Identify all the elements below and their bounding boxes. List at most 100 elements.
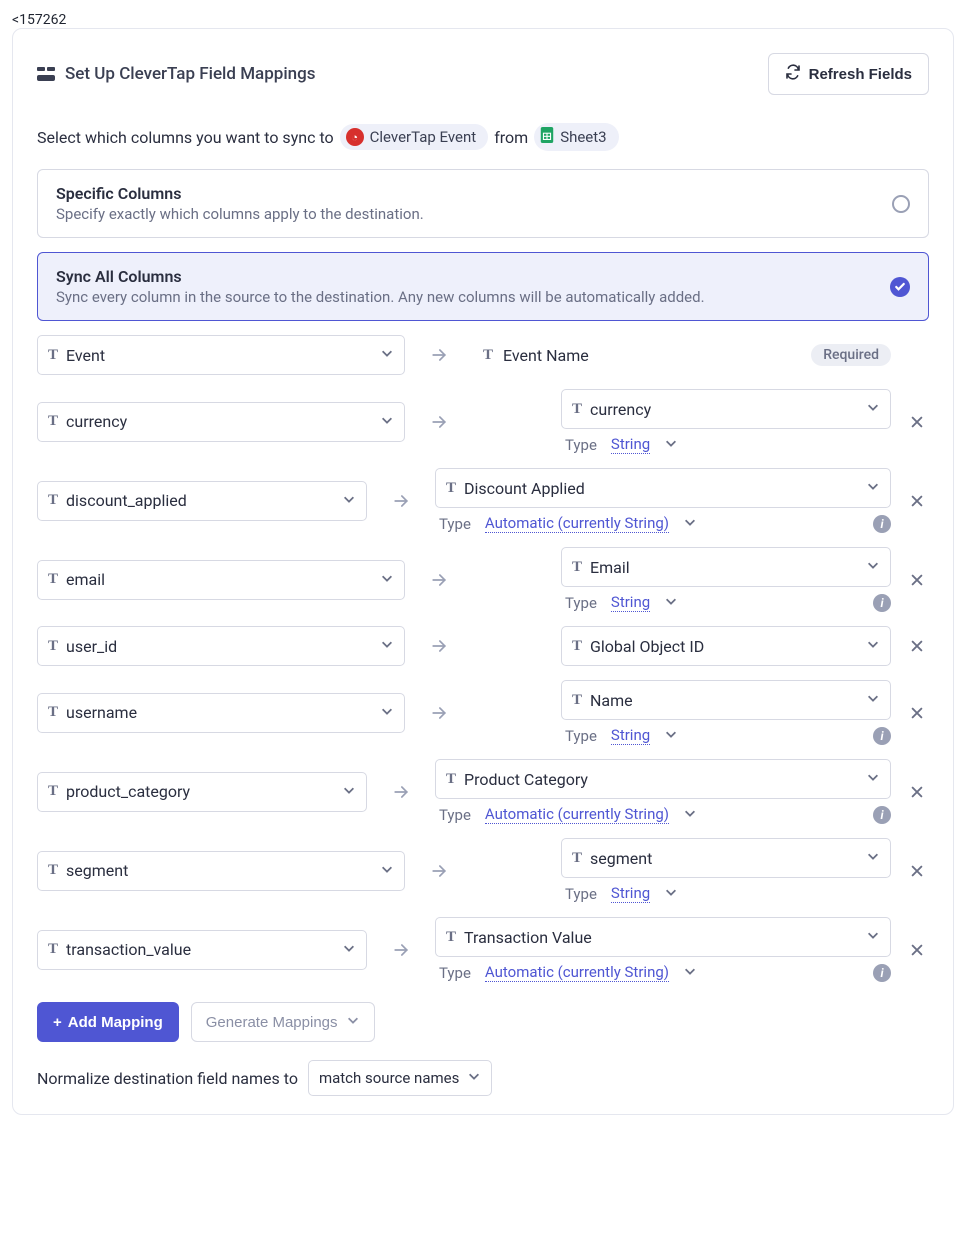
remove-mapping-button[interactable] <box>905 639 929 653</box>
type-row: Type String <box>561 435 891 454</box>
type-label: Type <box>565 727 597 745</box>
option-specific-columns[interactable]: Specific Columns Specify exactly which c… <box>37 169 929 238</box>
option-text: Sync All Columns Sync every column in th… <box>56 267 705 306</box>
destination-column: TProduct CategoryTypeAutomatic (currentl… <box>435 759 891 824</box>
type-label: Type <box>565 436 597 454</box>
arrow-right-icon <box>419 703 459 723</box>
arrow-right-icon <box>419 570 459 590</box>
option-text: Specific Columns Specify exactly which c… <box>56 184 424 223</box>
info-icon[interactable]: i <box>873 806 891 824</box>
normalize-select[interactable]: match source names <box>308 1060 492 1096</box>
mapping-row: Temail TEmail Type String i <box>37 547 929 612</box>
type-select[interactable]: Automatic (currently String) <box>485 514 669 533</box>
type-select[interactable]: String <box>611 884 650 903</box>
refresh-fields-button[interactable]: Refresh Fields <box>768 53 929 95</box>
type-row: TypeString <box>561 884 891 903</box>
text-type-icon: T <box>572 692 582 709</box>
source-field-select[interactable]: Tusername <box>37 693 405 733</box>
remove-mapping-button[interactable] <box>905 785 929 799</box>
chevron-down-icon <box>380 637 394 655</box>
source-field-select[interactable]: Tdiscount_applied <box>37 481 367 521</box>
source-field-label: segment <box>66 861 372 880</box>
source-field-select[interactable]: Temail <box>37 560 405 600</box>
source-field-label: user_id <box>66 637 372 656</box>
destination-field-select[interactable]: TProduct Category <box>435 759 891 799</box>
mapping-row: Tdiscount_appliedTDiscount AppliedTypeAu… <box>37 468 929 533</box>
chevron-down-icon <box>380 571 394 589</box>
chevron-down-icon <box>342 492 356 510</box>
sheets-icon <box>540 127 554 147</box>
refresh-icon <box>785 64 801 84</box>
chevron-down-icon <box>380 862 394 880</box>
destination-field-select[interactable]: TTransaction Value <box>435 917 891 957</box>
arrow-right-icon <box>419 345 459 365</box>
info-icon[interactable]: i <box>873 594 891 612</box>
option-sync-all-columns[interactable]: Sync All Columns Sync every column in th… <box>37 252 929 321</box>
type-select[interactable]: String <box>611 593 650 612</box>
destination-field-select[interactable]: TDiscount Applied <box>435 468 891 508</box>
type-label: Type <box>565 594 597 612</box>
destination-field-select[interactable]: TEmail <box>561 547 891 587</box>
chevron-down-icon <box>467 1069 481 1087</box>
add-mapping-button[interactable]: + Add Mapping <box>37 1002 179 1042</box>
text-type-icon: T <box>572 850 582 867</box>
source-column: Tusername <box>37 693 405 733</box>
source-field-select[interactable]: Tsegment <box>37 851 405 891</box>
type-select[interactable]: Automatic (currently String) <box>485 963 669 982</box>
remove-mapping-button[interactable] <box>905 415 929 429</box>
destination-field-select[interactable]: TGlobal Object ID <box>561 626 891 666</box>
chevron-down-icon <box>866 770 880 788</box>
chevron-down-icon <box>664 436 678 454</box>
source-column: Tsegment <box>37 851 405 891</box>
generate-mappings-button[interactable]: Generate Mappings <box>191 1002 375 1042</box>
radio-unchecked-icon <box>892 195 910 213</box>
source-field-select[interactable]: Tcurrency <box>37 402 405 442</box>
refresh-label: Refresh Fields <box>809 66 912 83</box>
destination-field-select[interactable]: TName <box>561 680 891 720</box>
destination-field-select[interactable]: Tsegment <box>561 838 891 878</box>
type-label: Type <box>439 964 471 982</box>
option-syncall-sub: Sync every column in the source to the d… <box>56 288 705 306</box>
plus-icon: + <box>53 1014 62 1031</box>
chevron-down-icon <box>342 783 356 801</box>
option-specific-title: Specific Columns <box>56 184 424 203</box>
field-mappings-panel: Set Up CleverTap Field Mappings Refresh … <box>12 28 954 1115</box>
info-icon[interactable]: i <box>873 515 891 533</box>
mapping-row: Ttransaction_value TTransaction Value Type… <box>37 917 929 982</box>
remove-mapping-button[interactable] <box>905 573 929 587</box>
type-row: Type Automatic (currently String) i <box>435 963 891 982</box>
type-row: Type String i <box>561 726 891 745</box>
chevron-down-icon <box>866 479 880 497</box>
text-type-icon: T <box>483 347 493 364</box>
panel-title: Set Up CleverTap Field Mappings <box>65 64 316 84</box>
destination-field-select[interactable]: Tcurrency <box>561 389 891 429</box>
arrow-right-icon <box>381 782 421 802</box>
normalize-value: match source names <box>319 1069 459 1087</box>
mapping-row: TsegmentTsegmentTypeString <box>37 838 929 903</box>
destination-field-label: Transaction Value <box>464 928 858 947</box>
info-icon[interactable]: i <box>873 727 891 745</box>
source-field-select[interactable]: TEvent <box>37 335 405 375</box>
source-field-label: username <box>66 703 372 722</box>
remove-mapping-button[interactable] <box>905 706 929 720</box>
type-select[interactable]: String <box>611 435 650 454</box>
remove-mapping-button[interactable] <box>905 943 929 957</box>
destination-field-label: Global Object ID <box>590 637 858 656</box>
remove-mapping-button[interactable] <box>905 494 929 508</box>
source-field-select[interactable]: Ttransaction_value <box>37 930 367 970</box>
required-badge: Required <box>811 344 891 366</box>
from-word: from <box>494 128 528 147</box>
text-type-icon: T <box>48 492 58 509</box>
mapping-row: Tusername TName Type String i <box>37 680 929 745</box>
destination-pill: ◔ CleverTap Event <box>340 124 489 150</box>
source-field-select[interactable]: Tproduct_category <box>37 772 367 812</box>
add-mapping-label: Add Mapping <box>68 1014 163 1031</box>
chevron-down-icon <box>866 928 880 946</box>
remove-mapping-button[interactable] <box>905 864 929 878</box>
source-field-select[interactable]: Tuser_id <box>37 626 405 666</box>
info-icon[interactable]: i <box>873 964 891 982</box>
type-select[interactable]: Automatic (currently String) <box>485 805 669 824</box>
chevron-down-icon <box>683 515 697 533</box>
type-select[interactable]: String <box>611 726 650 745</box>
chevron-down-icon <box>866 558 880 576</box>
